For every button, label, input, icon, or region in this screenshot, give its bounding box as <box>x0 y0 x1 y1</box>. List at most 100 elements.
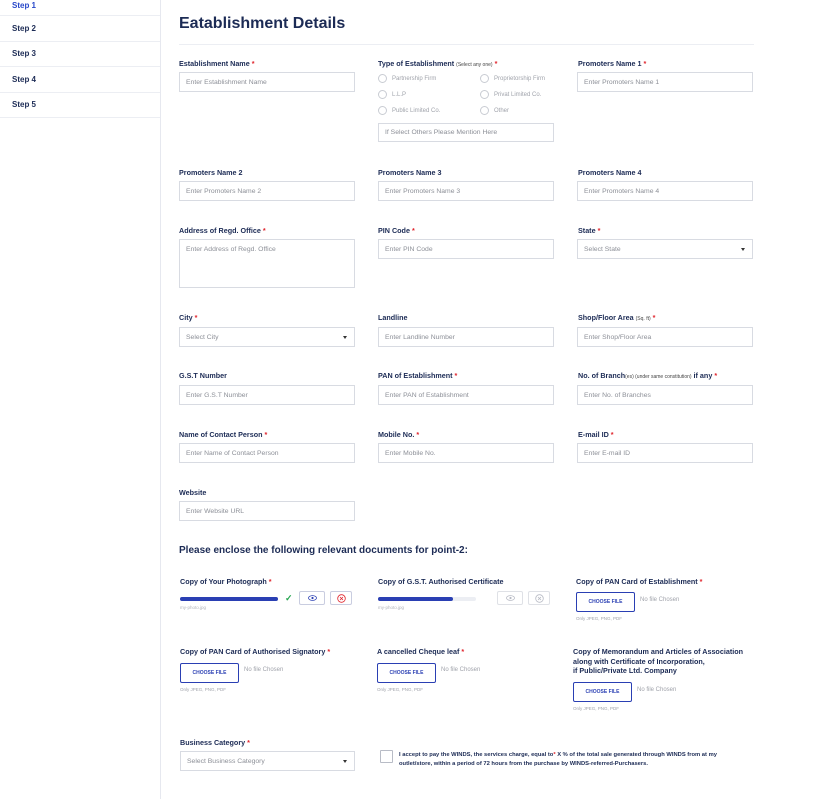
business-category-label: Business Category * <box>180 738 250 747</box>
gst-input[interactable] <box>179 385 355 405</box>
gst-remove-button[interactable] <box>528 591 550 605</box>
mobile-input[interactable] <box>378 443 554 463</box>
mobile-label: Mobile No. * <box>378 430 420 439</box>
check-icon: ✓ <box>285 593 293 603</box>
radio-proprietorship-firm[interactable]: Proprietorship Firm <box>480 74 545 83</box>
business-category-select[interactable]: Select Business Category <box>180 751 355 771</box>
pan-signatory-no-file: No file Chosen <box>244 667 284 673</box>
pan-card-choose-file-button[interactable]: CHOOSE FILE <box>576 592 635 612</box>
sidebar-step-1[interactable]: Step 1 <box>0 0 160 16</box>
close-circle-icon <box>534 593 544 603</box>
title-divider <box>179 44 754 45</box>
state-select[interactable]: Select State <box>577 239 753 259</box>
page-title: Eatablishment Details <box>179 15 346 32</box>
sidebar-step-2[interactable]: Step 2 <box>0 16 160 42</box>
photo-upload-label: Copy of Your Photograph * <box>180 577 272 586</box>
chevron-down-icon <box>343 336 347 339</box>
pan-input[interactable] <box>378 385 554 405</box>
shop-area-input[interactable] <box>577 327 753 347</box>
photo-progress-fill <box>180 597 278 601</box>
cheque-no-file: No file Chosen <box>441 667 481 673</box>
address-textarea[interactable] <box>179 239 355 288</box>
pan-signatory-hint: Only JPEG, PNG, PDF <box>180 687 227 692</box>
website-label: Website <box>179 488 207 497</box>
cheque-hint: Only JPEG, PNG, PDF <box>377 687 424 692</box>
promoter-1-input[interactable] <box>577 72 753 92</box>
promoter-1-label: Promoters Name 1 * <box>578 59 647 68</box>
gst-progress-bar <box>378 597 476 601</box>
radio-circle[interactable] <box>378 90 387 99</box>
radio-circle[interactable] <box>480 106 489 115</box>
city-label: City * <box>179 313 198 322</box>
radio-label: Partnership Firm <box>392 75 437 82</box>
gst-view-button[interactable] <box>497 591 523 605</box>
eye-icon <box>505 595 515 601</box>
branches-label: No. of Branch(es) (under same constituti… <box>578 371 718 380</box>
state-label: State * <box>578 226 601 235</box>
promoter-3-input[interactable] <box>378 181 554 201</box>
establishment-name-label: Establishment Name * <box>179 59 255 68</box>
photo-remove-button[interactable] <box>330 591 352 605</box>
eye-icon <box>307 595 317 601</box>
type-of-establishment-label: Type of Establishment (Select any one) * <box>378 59 498 68</box>
sidebar: Step 1 Step 2 Step 3 Step 4 Step 5 <box>0 0 161 799</box>
gst-filename: my-photo.jpg <box>378 605 405 610</box>
moa-hint: Only JPEG, PNG, PDF <box>573 706 620 711</box>
gst-label: G.S.T Number <box>179 371 227 380</box>
pan-signatory-label: Copy of PAN Card of Authorised Signatory… <box>180 647 331 656</box>
gst-progress-fill <box>378 597 454 601</box>
radio-circle[interactable] <box>378 74 387 83</box>
sidebar-step-5[interactable]: Step 5 <box>0 93 160 118</box>
address-label: Address of Regd. Office * <box>179 226 266 235</box>
gst-certificate-label: Copy of G.S.T. Authorised Certificate <box>378 577 504 586</box>
consent-text: I accept to pay the WINDS, the services … <box>399 752 717 767</box>
state-select-value: Select State <box>584 245 621 253</box>
email-input[interactable] <box>577 443 753 463</box>
close-circle-icon <box>336 593 346 603</box>
contact-person-label: Name of Contact Person * <box>179 430 268 439</box>
pan-card-hint: Only JPEG, PNG, PDF <box>576 616 623 621</box>
cheque-choose-file-button[interactable]: CHOOSE FILE <box>377 663 436 683</box>
pan-card-no-file: No file Chosen <box>640 597 680 603</box>
email-label: E-mail ID * <box>578 430 614 439</box>
contact-person-input[interactable] <box>179 443 355 463</box>
radio-circle[interactable] <box>480 90 489 99</box>
radio-circle[interactable] <box>378 106 387 115</box>
radio-circle[interactable] <box>480 74 489 83</box>
other-type-input[interactable] <box>378 123 554 142</box>
shop-area-label: Shop/Floor Area (Sq. ft) * <box>578 313 656 322</box>
landline-input[interactable] <box>378 327 554 347</box>
documents-heading: Please enclose the following relevant do… <box>179 545 468 556</box>
radio-private-limited[interactable]: Privat Limited Co. <box>480 90 541 99</box>
main-content: Eatablishment Details Establishment Name… <box>161 0 837 799</box>
photo-view-button[interactable] <box>299 591 325 605</box>
photo-filename: my-photo.jpg <box>180 605 207 610</box>
branches-input[interactable] <box>577 385 753 405</box>
chevron-down-icon <box>343 760 347 763</box>
pan-signatory-choose-file-button[interactable]: CHOOSE FILE <box>180 663 239 683</box>
landline-label: Landline <box>378 313 408 322</box>
sidebar-step-4[interactable]: Step 4 <box>0 67 160 93</box>
radio-label: L.L.P <box>392 91 407 98</box>
radio-partnership-firm[interactable]: Partnership Firm <box>378 74 436 83</box>
promoter-2-input[interactable] <box>179 181 355 201</box>
moa-label: Copy of Memorandum and Articles of Assoc… <box>573 647 743 675</box>
cheque-label: A cancelled Cheque leaf * <box>377 647 465 656</box>
moa-choose-file-button[interactable]: CHOOSE FILE <box>573 682 632 702</box>
business-category-value: Select Business Category <box>187 757 265 765</box>
website-input[interactable] <box>179 501 355 521</box>
radio-label: Proprietorship Firm <box>494 75 546 82</box>
radio-public-limited[interactable]: Public Limited Co. <box>378 106 440 115</box>
moa-no-file: No file Chosen <box>637 687 677 693</box>
promoter-4-input[interactable] <box>577 181 753 201</box>
photo-progress-bar <box>180 597 278 601</box>
radio-label: Other <box>494 107 510 114</box>
sidebar-step-3[interactable]: Step 3 <box>0 42 160 67</box>
consent-checkbox[interactable] <box>380 750 393 763</box>
city-select[interactable]: Select City <box>179 327 355 347</box>
radio-other[interactable]: Other <box>480 106 509 115</box>
chevron-down-icon <box>741 248 745 251</box>
pin-code-input[interactable] <box>378 239 554 259</box>
radio-llp[interactable]: L.L.P <box>378 90 406 99</box>
establishment-name-input[interactable] <box>179 72 355 92</box>
